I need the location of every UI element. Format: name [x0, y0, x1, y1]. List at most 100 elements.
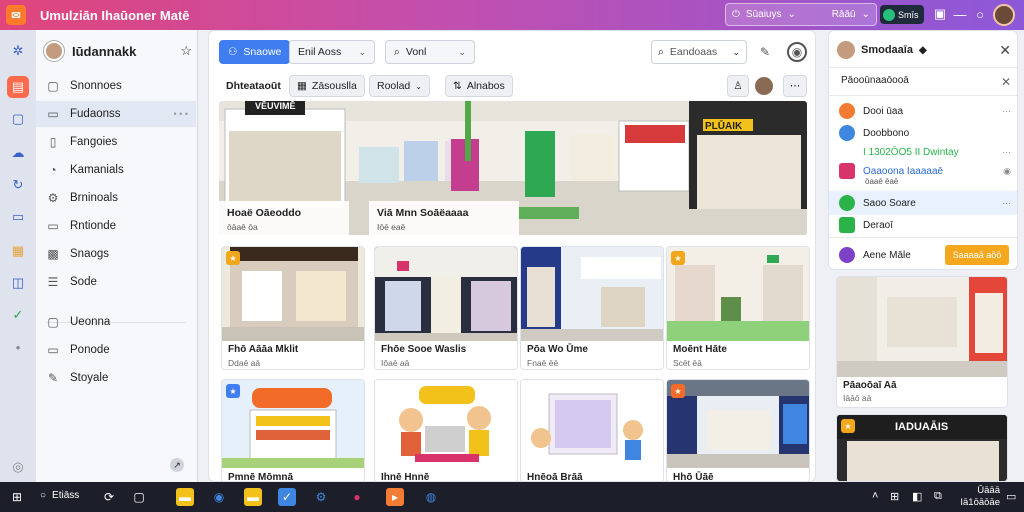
- settings-icon[interactable]: ✲: [7, 40, 29, 62]
- store-icon[interactable]: ▤: [7, 76, 29, 98]
- store-card[interactable]: ★ Fhō Aāāa Mklit Ddaē aā: [221, 246, 365, 370]
- chart-icon[interactable]: ▦: [7, 240, 29, 262]
- dot-icon[interactable]: •: [7, 336, 29, 358]
- primary-button[interactable]: ⚇ Snaowe: [219, 40, 291, 64]
- user-avatar[interactable]: [993, 4, 1015, 26]
- store-card[interactable]: Hnēoā Brāā: [520, 379, 664, 481]
- minimize-icon[interactable]: —: [952, 6, 968, 22]
- store-card[interactable]: Pāaoōaī Aā Iāāō aā: [836, 276, 1008, 408]
- avatar[interactable]: [44, 41, 64, 61]
- more-icon[interactable]: ⋯: [783, 75, 807, 97]
- avatar[interactable]: [753, 75, 775, 97]
- filter-chip-1[interactable]: ▦ Zāsouslla: [289, 75, 365, 97]
- hero-caption-left: Hoaë Oāeoddo ōāaē ōa: [219, 201, 349, 235]
- chevron-down-icon: ⌄: [861, 9, 870, 20]
- bookmark-icon: ★: [226, 384, 240, 398]
- sidebar-item-2[interactable]: ▯ Fangoies: [36, 129, 196, 155]
- sidebar-item-7[interactable]: ☰ Sode: [36, 269, 196, 295]
- close-icon[interactable]: ✕: [1001, 75, 1011, 89]
- refresh-icon[interactable]: ↻: [7, 174, 29, 196]
- panel-item[interactable]: Deraoī: [839, 215, 1011, 235]
- folder-icon[interactable]: ▬: [244, 488, 262, 506]
- dropdown-1[interactable]: Enil Aoss ⌄: [289, 40, 375, 64]
- sidebar-item-3[interactable]: ◔ Kamanials: [36, 157, 196, 183]
- taskbar-search-label: Etiāss: [52, 490, 80, 501]
- store-card[interactable]: Fhōe Sooe Waslis Iôaē aā: [374, 246, 518, 370]
- sidebar-item-label: Snonnoes: [70, 80, 122, 92]
- hero-banner[interactable]: Hoaë Oāeoddo ōāaē ōa Viā Mnn Soāëaaaa Iō…: [219, 101, 807, 235]
- help-icon[interactable]: ◎: [7, 456, 29, 478]
- panel-item[interactable]: Saoo Soare ⋯: [839, 193, 1011, 213]
- clock[interactable]: Ūāāā Iā1ōāōāe: [950, 485, 1000, 509]
- sidebar-item-1[interactable]: ▭ Fudaonss • • •: [36, 101, 196, 127]
- more-icon[interactable]: ◉: [1003, 166, 1011, 177]
- notification-icon[interactable]: ▭: [1006, 490, 1016, 503]
- close-icon[interactable]: ✕: [999, 42, 1011, 59]
- avatar: [837, 41, 855, 59]
- sidebar-header: Iūdannakk ☆: [44, 40, 192, 62]
- status-badge[interactable]: Smīs: [880, 5, 924, 24]
- panel-header: Smodaaīa ◆ ✕: [837, 40, 1011, 60]
- search-input[interactable]: ⌕ Eandoaas ⌄: [651, 40, 747, 64]
- store-card[interactable]: ★ IADUAĀIS: [836, 414, 1008, 482]
- taskbar-search[interactable]: ○ Etiāss: [40, 490, 79, 501]
- store-icon[interactable]: ✓: [278, 488, 296, 506]
- settings-icon[interactable]: ⚙: [312, 488, 330, 506]
- account-selector[interactable]: ⏻ Sūaiuys ⌄ Rāāū ⌄: [725, 3, 877, 26]
- cloud-icon[interactable]: ☁: [7, 142, 29, 164]
- app-icon[interactable]: ▸: [386, 488, 404, 506]
- network-icon[interactable]: ⊞: [890, 490, 899, 503]
- task-view-icon[interactable]: ⟳: [100, 488, 118, 506]
- store-card[interactable]: ★ Moēnt Hāte Scēt ēā: [666, 246, 810, 370]
- card-subtitle: Iāāō aā: [843, 393, 872, 403]
- app-icon[interactable]: ●: [348, 488, 366, 506]
- filter-chip-3[interactable]: ⇅ Alnabos: [445, 75, 513, 97]
- store-image: [667, 380, 809, 468]
- store-card[interactable]: ★ Hhō Ūāē: [666, 379, 810, 481]
- sidebar-item-8[interactable]: ▢ Ueonna: [36, 309, 196, 335]
- panel-item[interactable]: Dooi ūaa ⋯: [839, 101, 1011, 121]
- person-icon[interactable]: ♙: [727, 75, 749, 97]
- app-switch-icon[interactable]: ▣: [932, 6, 948, 22]
- sidebar-item-6[interactable]: ▩ Snaogs: [36, 241, 196, 267]
- sidebar-item-5[interactable]: ▭ Rntionde: [36, 213, 196, 239]
- panel-item[interactable]: I 1302ŌO5 II Dwintay ⋯: [839, 142, 1011, 162]
- chevron-up-icon[interactable]: ˄: [872, 490, 878, 502]
- start-icon[interactable]: ⊞: [8, 488, 26, 506]
- sidebar-item-4[interactable]: ⚙ Brninoals: [36, 185, 196, 211]
- search-icon: ○: [40, 490, 47, 501]
- star-icon[interactable]: ☆: [180, 43, 192, 59]
- edge-icon[interactable]: ◉: [210, 488, 228, 506]
- battery-icon[interactable]: ⧉: [934, 490, 942, 503]
- panel-item[interactable]: Doobbono: [839, 123, 1011, 143]
- more-icon[interactable]: ⋯: [1002, 106, 1011, 117]
- sidebar-item-0[interactable]: ▢ Snonnoes: [36, 73, 196, 99]
- store-card[interactable]: ★ Pmnē Mōmnā: [221, 379, 365, 482]
- collapse-icon[interactable]: ↗: [170, 458, 184, 472]
- dropdown-2[interactable]: ⌕ Vonl ⌄: [385, 40, 475, 64]
- store-card[interactable]: Pōa Wo Ūme Fnaē ēē: [520, 246, 664, 370]
- card-title: Pāaoōaī Aā: [843, 380, 897, 391]
- sidebar: Iūdannakk ☆ ▢ Snonnoes ▭ Fudaonss • • • ▯ Fa…: [36, 30, 233, 505]
- action-button[interactable]: Saaaaā aōō: [945, 245, 1009, 265]
- window-control-icon[interactable]: ○: [972, 6, 988, 22]
- more-icon[interactable]: ⋯: [1002, 147, 1011, 158]
- status-dot-icon: [883, 8, 895, 21]
- sidebar-item-10[interactable]: ✎ Stoyale: [36, 365, 196, 391]
- document-icon[interactable]: ▭: [7, 206, 29, 228]
- filter-chip-2[interactable]: Roolad ⌄: [369, 75, 430, 97]
- sidebar-item-9[interactable]: ▭ Ponode: [36, 337, 196, 363]
- app-icon[interactable]: ◍: [422, 488, 440, 506]
- file-explorer-icon[interactable]: ▬: [176, 488, 194, 506]
- calendar-icon[interactable]: ▢: [7, 108, 29, 130]
- volume-icon[interactable]: ◧: [912, 490, 922, 503]
- store-card[interactable]: Ihnē Hnnē: [374, 379, 518, 481]
- layers-icon[interactable]: ◫: [7, 272, 29, 294]
- desktop-icon[interactable]: ▢: [130, 488, 148, 506]
- more-icon[interactable]: • • •: [174, 109, 188, 119]
- card-title: Pmnē Mōmnā: [228, 472, 294, 482]
- more-icon[interactable]: ⋯: [1002, 198, 1011, 209]
- check-icon[interactable]: ✓: [7, 304, 29, 326]
- edit-icon[interactable]: ✎: [755, 42, 775, 62]
- settings-circle-icon[interactable]: ◉: [787, 42, 807, 62]
